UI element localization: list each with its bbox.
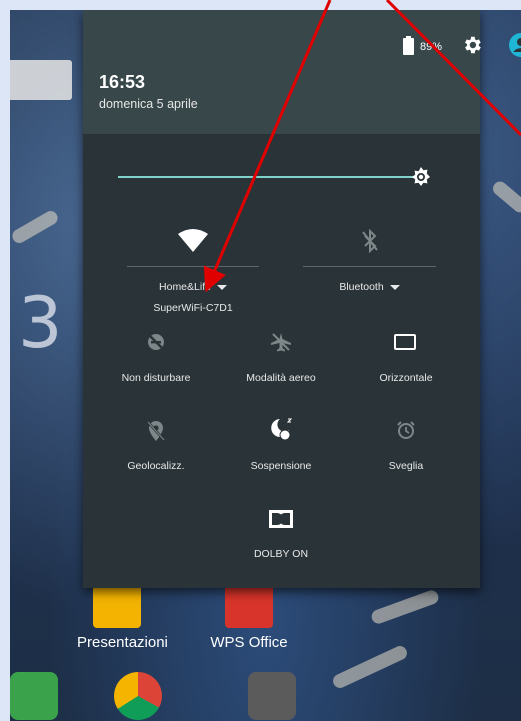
notification-shade: 89% 16:53 domenica 5 aprile Home&Life Su… <box>83 10 521 588</box>
settings-app-icon[interactable] <box>248 672 296 720</box>
chevron-down-icon <box>389 284 400 290</box>
chrome-app-icon[interactable] <box>114 672 162 720</box>
battery-icon <box>403 36 414 55</box>
dnd-off-icon[interactable] <box>146 332 166 352</box>
bluetooth-off-icon[interactable] <box>360 229 380 253</box>
clock-time: 16:53 <box>99 72 146 92</box>
tile-label-sleep: Sospensione <box>250 460 312 472</box>
brightness-icon[interactable] <box>409 165 433 189</box>
battery-percent: 89% <box>420 41 443 53</box>
brightness-slider[interactable] <box>118 165 458 189</box>
tile-label-airplane: Modalità aereo <box>246 372 316 384</box>
clock-date: domenica 5 aprile <box>99 97 198 111</box>
background-decoration <box>369 588 441 626</box>
app-wps-office[interactable]: WPS Office <box>209 580 289 651</box>
tile-label-location: Geolocalizz. <box>127 460 185 472</box>
bluetooth-label[interactable]: Bluetooth <box>303 281 436 293</box>
download-app-icon[interactable] <box>10 672 58 720</box>
chevron-down-icon <box>216 284 227 290</box>
divider <box>127 266 259 267</box>
background-decoration <box>10 208 61 246</box>
app-label-wps-office: WPS Office <box>210 634 288 651</box>
wifi-network-label[interactable]: Home&Life <box>127 281 259 293</box>
background-decoration <box>330 643 410 691</box>
wifi-network-name: Home&Life <box>159 281 211 293</box>
background-decoration <box>490 178 521 216</box>
orientation-icon[interactable] <box>394 334 416 350</box>
shade-header: 89% 16:53 domenica 5 aprile <box>83 10 521 134</box>
tile-label-dolby: DOLBY ON <box>253 548 309 560</box>
tile-label-dnd: Non disturbare <box>121 372 191 384</box>
wifi-icon[interactable] <box>177 228 209 254</box>
tile-label-orientation: Orizzontale <box>379 372 433 384</box>
tile-label-alarm: Sveglia <box>388 460 424 472</box>
location-off-icon[interactable] <box>146 420 166 442</box>
home-screen-background: 3 Presentazioni WPS Office 89% 16:53 dom… <box>10 10 521 721</box>
background-clock-digit: 3 <box>18 282 63 364</box>
sleep-icon[interactable] <box>268 416 294 442</box>
gear-icon[interactable] <box>461 34 483 56</box>
divider <box>303 266 436 267</box>
app-label-presentazioni: Presentazioni <box>77 634 168 651</box>
user-icon[interactable] <box>508 32 521 58</box>
brightness-track[interactable] <box>118 176 421 178</box>
alarm-off-icon[interactable] <box>396 420 416 440</box>
wifi-ssid: SuperWiFi-C7D1 <box>153 302 233 314</box>
airplane-off-icon[interactable] <box>270 332 292 352</box>
search-bar-background <box>10 60 72 100</box>
app-presentazioni[interactable]: Presentazioni <box>77 580 168 651</box>
bluetooth-text: Bluetooth <box>339 281 384 293</box>
dolby-icon[interactable] <box>269 510 293 528</box>
